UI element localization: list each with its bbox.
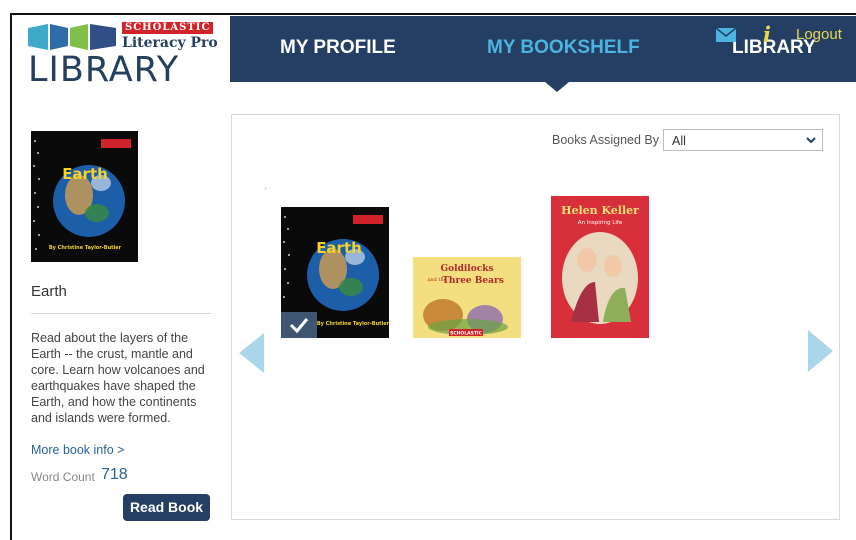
book-goldilocks-title-1: Goldilocks — [440, 264, 493, 274]
assigned-by-select[interactable]: All — [663, 129, 823, 151]
book-goldilocks[interactable]: Goldilocks and the Three Bears SCHOLASTI… — [413, 257, 521, 338]
book-earth-title: Earth — [316, 239, 362, 257]
cover-author: By Christine Taylor-Butler — [49, 245, 122, 251]
selected-book-title: Earth — [31, 283, 67, 300]
mail-icon[interactable] — [715, 27, 737, 46]
selected-book-description: Read about the layers of the Earth -- th… — [31, 331, 205, 425]
carousel-prev-arrow[interactable] — [239, 333, 264, 373]
more-book-info-link[interactable]: More book info > — [31, 443, 124, 457]
selected-checkmark[interactable] — [281, 312, 317, 338]
chevron-down-icon — [806, 137, 816, 144]
window-border-top — [10, 13, 856, 15]
active-tab-pointer — [545, 82, 569, 92]
check-icon — [289, 318, 309, 334]
book-earth-author: By Christine Taylor-Butler — [317, 321, 389, 327]
sidebar-divider — [31, 313, 211, 314]
brand-subtitle: Literacy Pro — [122, 35, 218, 51]
assigned-by-value: All — [672, 134, 686, 148]
brand-title: LIBRARY — [28, 50, 180, 90]
word-count-value: 718 — [101, 466, 128, 483]
book-helen-title: Helen Keller — [561, 204, 639, 217]
nav-my-profile[interactable]: MY PROFILE — [280, 37, 396, 59]
carousel-next-arrow[interactable] — [808, 330, 833, 372]
logout-link[interactable]: Logout — [796, 26, 842, 43]
read-book-button[interactable]: Read Book — [123, 494, 210, 521]
app-logo[interactable]: SCHOLASTIC Literacy Pro LIBRARY — [28, 20, 218, 90]
book-helen-subtitle: An Inspiring Life — [578, 220, 623, 226]
info-icon[interactable]: i — [763, 22, 771, 47]
word-count-label: Word Count — [31, 470, 95, 484]
book-helen-keller[interactable]: Helen Keller An Inspiring Life — [551, 196, 649, 338]
book-goldilocks-publisher: SCHOLASTIC — [450, 331, 482, 337]
selected-book-cover[interactable]: Earth By Christine Taylor-Butler — [31, 131, 138, 262]
window-border-left — [10, 13, 12, 540]
book-goldilocks-title-2: Three Bears — [442, 276, 504, 286]
nav-my-bookshelf[interactable]: MY BOOKSHELF — [487, 37, 640, 59]
cover-title: Earth — [62, 165, 108, 183]
books-assigned-by-label: Books Assigned By — [552, 133, 660, 147]
brand-badge: SCHOLASTIC — [122, 22, 214, 34]
stray-dot — [265, 188, 266, 189]
book-spines-icon — [28, 24, 116, 50]
